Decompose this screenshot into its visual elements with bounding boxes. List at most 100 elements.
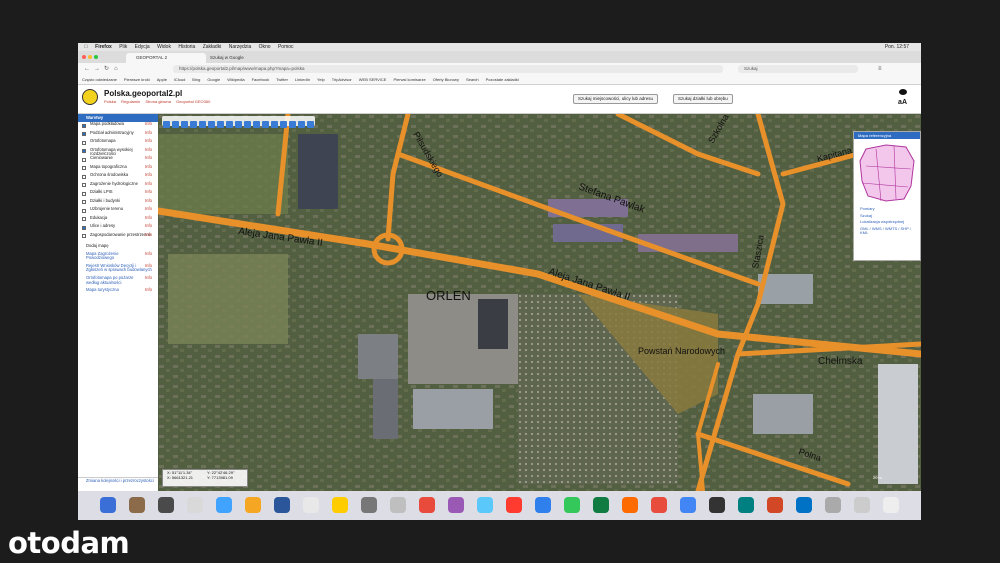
link-regulamin[interactable]: Regulamin bbox=[121, 99, 140, 104]
bookmark-item[interactable]: WEB SERVICE bbox=[359, 77, 387, 82]
search-input[interactable]: Szukaj bbox=[738, 65, 858, 73]
home-icon[interactable]: ⌂ bbox=[114, 65, 118, 73]
layer-checkbox[interactable] bbox=[82, 183, 86, 187]
add-map-link[interactable]: Info Rejestr Wniosków Decyzji i Zgłoszeń … bbox=[78, 263, 158, 273]
layer-checkbox[interactable] bbox=[82, 132, 86, 136]
print-icon[interactable] bbox=[244, 120, 251, 128]
layer-checkbox[interactable] bbox=[82, 208, 86, 213]
bookmark-item[interactable]: Apple bbox=[157, 77, 167, 82]
menu-icon[interactable]: ≡ bbox=[878, 65, 882, 73]
layer-checkbox[interactable] bbox=[82, 123, 86, 128]
dock-app-icon[interactable] bbox=[506, 497, 522, 513]
pan-icon[interactable] bbox=[181, 120, 188, 128]
layer-checkbox[interactable] bbox=[82, 217, 86, 221]
layer-info-link[interactable]: Info bbox=[145, 121, 152, 126]
reload-icon[interactable]: ↻ bbox=[104, 65, 109, 73]
add-map-link[interactable]: Info Mapa turystyczna bbox=[78, 287, 158, 293]
reference-map-header[interactable]: Mapa referencyjna bbox=[854, 132, 920, 139]
bookmark-item[interactable]: iCloud bbox=[174, 77, 185, 82]
layer-info-link[interactable]: Info bbox=[145, 206, 152, 211]
menu-okno[interactable]: Okno bbox=[259, 44, 271, 50]
globe-icon[interactable] bbox=[262, 120, 269, 128]
dock-app-icon[interactable] bbox=[187, 497, 203, 513]
layer-info-link[interactable]: Info bbox=[145, 130, 152, 135]
geoportal-logo[interactable] bbox=[82, 89, 98, 105]
bookmark-item[interactable]: Wikipedia bbox=[227, 77, 244, 82]
add-map-link[interactable]: Info Ortofotomapa po pożarze według aktua… bbox=[78, 275, 158, 285]
layer-info-link[interactable]: Info bbox=[145, 215, 152, 220]
bookmark-item[interactable]: Search bbox=[466, 77, 479, 82]
layer-order-link[interactable]: Zmiana kolejności i przezroczystości bbox=[78, 477, 158, 491]
dock-app-icon[interactable] bbox=[535, 497, 551, 513]
tab-google[interactable]: Szukaj w Google bbox=[200, 53, 300, 63]
bookmark-item[interactable]: Twitter bbox=[276, 77, 288, 82]
layer-checkbox[interactable] bbox=[82, 200, 86, 204]
draw-icon[interactable] bbox=[289, 120, 296, 128]
locate-icon[interactable] bbox=[307, 120, 314, 128]
bookmark-item[interactable]: LinkedIn bbox=[295, 77, 310, 82]
layer-info-link[interactable]: Info bbox=[145, 172, 152, 177]
search-tool-link[interactable]: Szukaj bbox=[854, 213, 920, 219]
dock-app-icon[interactable] bbox=[796, 497, 812, 513]
dock-app-icon[interactable] bbox=[593, 497, 609, 513]
bookmark-item[interactable]: TripAdvisor bbox=[332, 77, 352, 82]
menu-plik[interactable]: Plik bbox=[119, 44, 127, 50]
link-icon[interactable] bbox=[253, 120, 260, 128]
forward-icon[interactable]: → bbox=[94, 65, 100, 73]
layer-info-link[interactable]: Info bbox=[145, 232, 152, 237]
dock-app-icon[interactable] bbox=[680, 497, 696, 513]
measure-icon[interactable] bbox=[226, 120, 233, 128]
link-home[interactable]: Strona główna bbox=[145, 99, 171, 104]
menu-edycja[interactable]: Edycja bbox=[135, 44, 150, 50]
dock-app-icon[interactable] bbox=[477, 497, 493, 513]
add-map-link[interactable]: Info Mapa Zagrożenie Powodziowego bbox=[78, 251, 158, 261]
dock-app-icon[interactable] bbox=[158, 497, 174, 513]
eye-icon[interactable] bbox=[899, 89, 907, 95]
map-info-link[interactable]: Info bbox=[145, 251, 152, 257]
dock-app-icon[interactable] bbox=[709, 497, 725, 513]
layer-info-link[interactable]: Info bbox=[145, 181, 152, 186]
back-icon[interactable]: ← bbox=[84, 65, 90, 73]
dock-app-icon[interactable] bbox=[564, 497, 580, 513]
measure-tool-link[interactable]: Pomiary bbox=[854, 206, 920, 212]
bookmark-item[interactable]: Facebook bbox=[252, 77, 270, 82]
dock-app-icon[interactable] bbox=[245, 497, 261, 513]
bookmark-item[interactable]: Często odwiedzane bbox=[82, 77, 117, 82]
tab-geoportal[interactable]: GEOPORTAL 2 bbox=[126, 53, 206, 63]
layer-checkbox[interactable] bbox=[82, 140, 86, 145]
font-size-toggle[interactable]: aA bbox=[898, 99, 907, 106]
dock-app-icon[interactable] bbox=[274, 497, 290, 513]
dock-app-icon[interactable] bbox=[332, 497, 348, 513]
search-parcel-button[interactable]: Szukaj działki lub obrębu bbox=[673, 94, 733, 104]
dock-app-icon[interactable] bbox=[767, 497, 783, 513]
site-title[interactable]: Polska.geoportal2.pl bbox=[104, 89, 182, 98]
dock-app-icon[interactable] bbox=[883, 497, 899, 513]
poland-overview-map[interactable] bbox=[856, 141, 918, 205]
maximize-window-icon[interactable] bbox=[94, 55, 98, 59]
layer-checkbox[interactable] bbox=[82, 234, 86, 238]
menu-pomoc[interactable]: Pomoc bbox=[278, 44, 294, 50]
layer-info-link[interactable]: Info bbox=[145, 223, 152, 228]
apple-icon[interactable]:  bbox=[84, 44, 88, 50]
layers-icon[interactable] bbox=[298, 120, 305, 128]
menu-zakladki[interactable]: Zakładki bbox=[203, 44, 222, 50]
link-polska[interactable]: Polska bbox=[104, 99, 116, 104]
layer-info-link[interactable]: Info bbox=[145, 198, 152, 203]
layer-info-link[interactable]: Info bbox=[145, 155, 152, 160]
zoom-box-icon[interactable] bbox=[190, 120, 197, 128]
help-icon[interactable] bbox=[271, 120, 278, 128]
zoom-out-icon[interactable] bbox=[172, 120, 179, 128]
link-geo360[interactable]: Geoportal GEO360 bbox=[176, 99, 210, 104]
layer-checkbox[interactable] bbox=[82, 191, 86, 196]
dock-app-icon[interactable] bbox=[622, 497, 638, 513]
dock-app-icon[interactable] bbox=[100, 497, 116, 513]
coordinate-tool-link[interactable]: Lokalizacja współrzędnej bbox=[854, 220, 920, 225]
bookmark-item[interactable]: Pierwsze kroki bbox=[124, 77, 150, 82]
layer-checkbox[interactable] bbox=[82, 225, 86, 230]
bookmark-item[interactable]: Bing bbox=[192, 77, 200, 82]
dock-app-icon[interactable] bbox=[854, 497, 870, 513]
layer-checkbox[interactable] bbox=[82, 157, 86, 162]
dock-app-icon[interactable] bbox=[651, 497, 667, 513]
bookmark-item[interactable]: Oferty Biurowy bbox=[433, 77, 459, 82]
next-view-icon[interactable] bbox=[208, 120, 215, 128]
